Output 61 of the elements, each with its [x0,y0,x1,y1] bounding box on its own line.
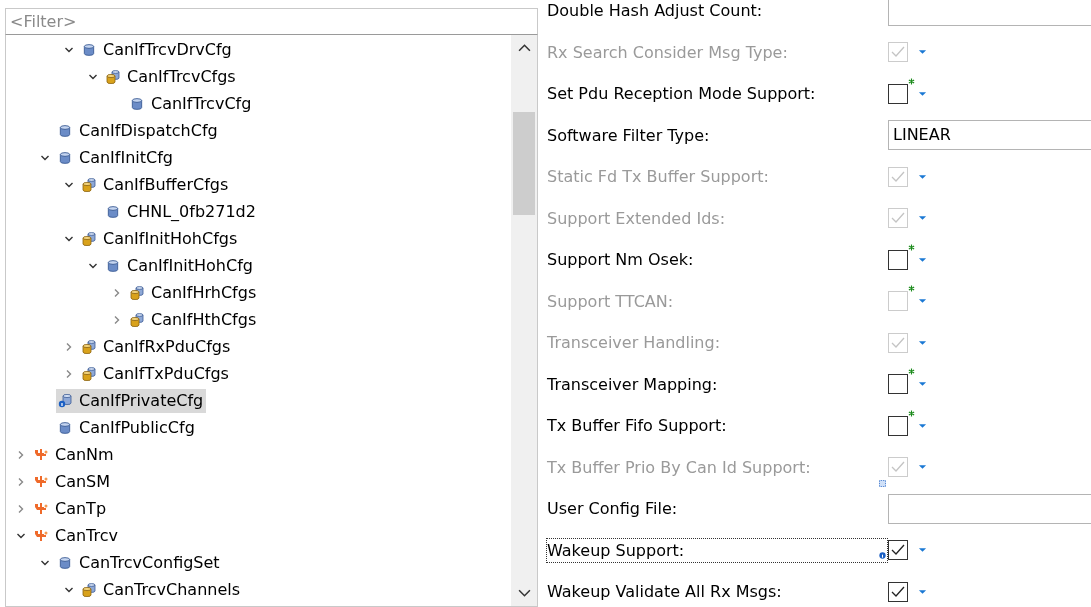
property-label: User Config File: [546,498,679,521]
property-label: Tx Buffer Prio By Can Id Support: [546,456,812,479]
dropdown-icon[interactable] [918,588,927,595]
tree-item[interactable]: CanIfInitHohCfgs [80,226,241,251]
property-label: Transceiver Mapping: [546,373,719,396]
tree-item[interactable]: CHNL_0fb271d2 [104,199,259,224]
property-label: Wakeup Validate All Rx Msgs: [546,581,783,604]
tree-item[interactable]: CanIfInitHohCfg [104,253,256,278]
checkbox[interactable] [888,374,908,395]
property-label: Support Nm Osek: [546,249,695,272]
dropdown-icon[interactable] [918,339,927,346]
text-field[interactable] [888,0,1091,26]
tree-item[interactable]: CanIfTxPduCfgs [80,361,232,386]
property-label: Rx Search Consider Msg Type: [546,41,789,64]
tree-item[interactable]: CanIfInitCfg [56,145,176,170]
scrollbar-thumb[interactable] [513,112,535,215]
text-field[interactable]: LINEAR [888,120,1091,151]
dropdown-icon[interactable] [918,49,927,56]
dropdown-icon[interactable] [918,173,927,180]
scrollbar[interactable] [511,35,537,606]
property-label: Tx Buffer Fifo Support: [546,415,728,438]
dropdown-icon[interactable] [918,422,927,429]
dropdown-icon[interactable] [918,464,927,471]
tree-item[interactable]: CanTrcv [32,523,122,548]
tree-item[interactable]: CanIfTrcvDrvCfg [80,37,235,62]
dropdown-icon[interactable] [918,90,927,97]
scroll-up-icon[interactable] [517,43,531,52]
property-label: Software Filter Type: [546,124,711,147]
tree-item[interactable]: CanIfPublicCfg [56,415,198,440]
dropdown-icon[interactable] [918,547,927,554]
text-field[interactable] [888,493,1091,524]
dropdown-icon[interactable] [918,215,927,222]
checkbox[interactable] [888,83,908,104]
property-label: Transceiver Handling: [546,332,722,355]
tree-item[interactable]: CanIfDispatchCfg [56,118,221,143]
checkbox[interactable] [888,415,908,436]
dropdown-icon[interactable] [918,298,927,305]
tree-item[interactable]: CanIfRxPduCfgs [80,334,234,359]
property-label: Support TTCAN: [546,290,675,313]
filter-field[interactable]: <Filter> [5,8,538,34]
tree-item[interactable]: CanNm [32,442,117,467]
tree-item[interactable]: CanTp [32,496,110,521]
dropdown-icon[interactable] [918,256,927,263]
tree-item[interactable]: CanIfTrcvCfg [128,91,255,116]
tree-item[interactable]: CanIfPrivateCfg [56,388,207,413]
scroll-down-icon[interactable] [517,589,531,598]
property-label: Double Hash Adjust Count: [546,0,764,23]
checkbox[interactable] [888,249,908,270]
property-label: Set Pdu Reception Mode Support: [546,83,817,106]
property-label: Static Fd Tx Buffer Support: [546,166,770,189]
tree-item[interactable]: CanTrcvConfigSet [56,550,223,575]
property-label: Support Extended Ids: [546,207,726,230]
tree-item[interactable]: CanIfHthCfgs [128,307,260,332]
tree-item[interactable]: CanIfHrhCfgs [128,280,260,305]
tree-item[interactable]: CanIfBufferCfgs [80,172,232,197]
tree-item[interactable]: CanIfTrcvCfgs [104,64,239,89]
checkbox[interactable] [888,540,908,561]
tree-item[interactable]: CanSM [32,469,114,494]
checkbox[interactable] [888,581,908,602]
dropdown-icon[interactable] [918,381,927,388]
tree-item[interactable]: CanTrcvChannels [80,577,244,602]
